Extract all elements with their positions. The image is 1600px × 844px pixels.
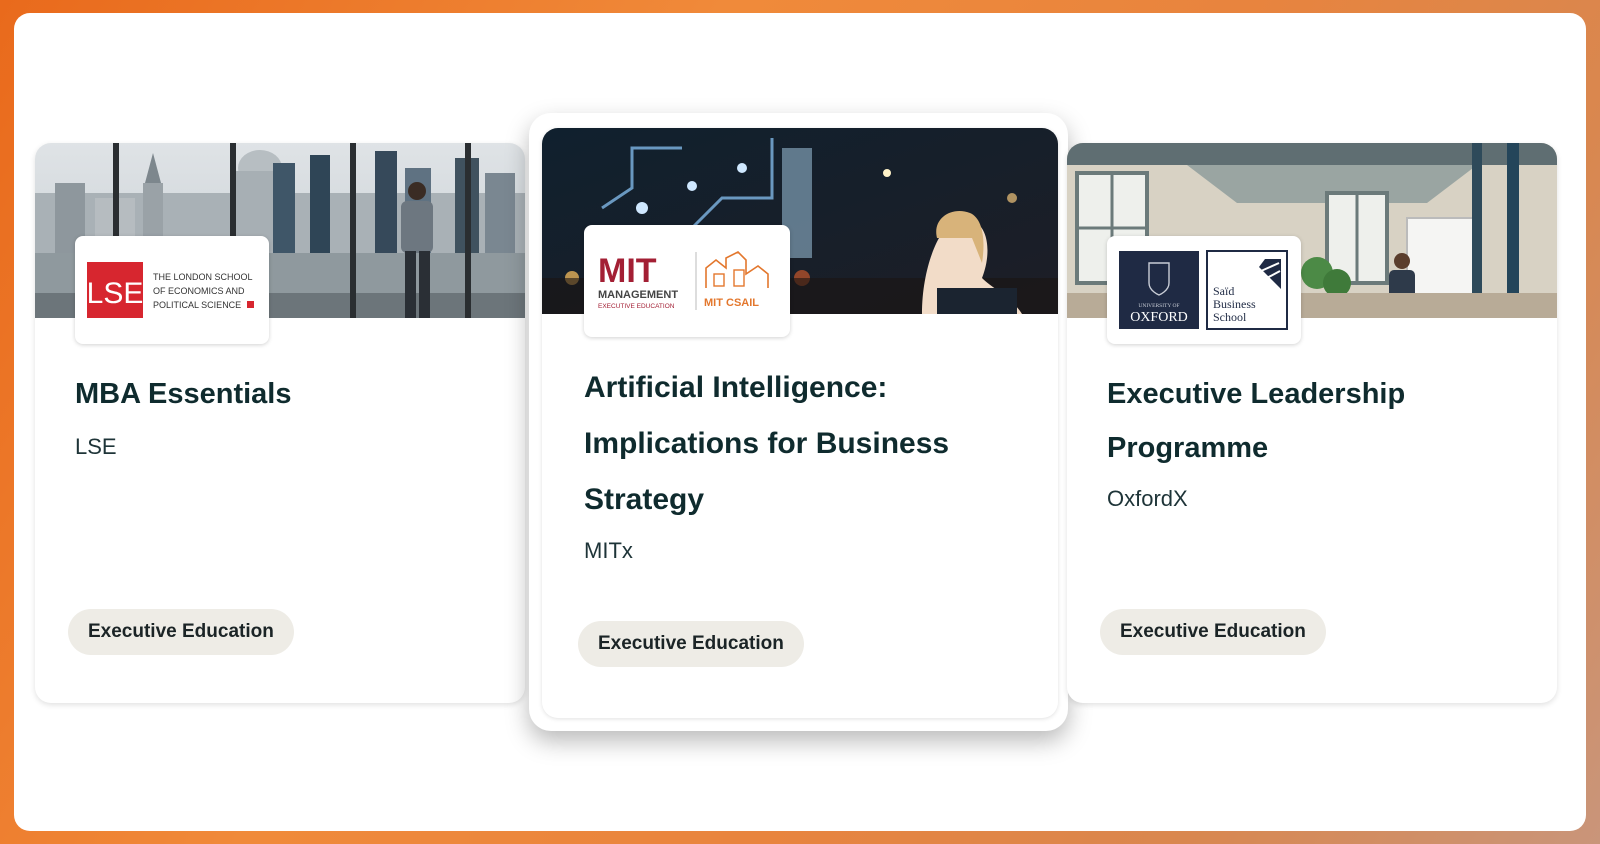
svg-text:THE LONDON SCHOOL: THE LONDON SCHOOL bbox=[153, 272, 253, 282]
svg-text:OF ECONOMICS AND: OF ECONOMICS AND bbox=[153, 286, 245, 296]
course-card-mba-essentials[interactable]: LSE THE LONDON SCHOOL OF ECONOMICS AND P… bbox=[35, 143, 525, 703]
svg-text:UNIVERSITY OF: UNIVERSITY OF bbox=[1138, 303, 1179, 309]
svg-text:Business: Business bbox=[1213, 297, 1256, 311]
svg-text:POLITICAL SCIENCE: POLITICAL SCIENCE bbox=[153, 300, 241, 310]
course-card-executive-leadership[interactable]: UNIVERSITY OF OXFORD Saïd Business Schoo… bbox=[1067, 143, 1557, 703]
svg-text:MIT: MIT bbox=[598, 252, 657, 290]
category-badge: Executive Education bbox=[578, 621, 804, 667]
svg-text:Saïd: Saïd bbox=[1213, 284, 1234, 298]
mit-logo: MIT MANAGEMENT EXECUTIVE EDUCATION MIT C… bbox=[584, 225, 790, 337]
course-title[interactable]: MBA Essentials bbox=[75, 367, 495, 421]
course-title[interactable]: Executive Leadership Programme bbox=[1107, 367, 1527, 475]
lse-logo: LSE THE LONDON SCHOOL OF ECONOMICS AND P… bbox=[75, 236, 269, 344]
svg-text:OXFORD: OXFORD bbox=[1130, 310, 1188, 325]
course-provider: OxfordX bbox=[1107, 486, 1188, 511]
svg-text:EXECUTIVE EDUCATION: EXECUTIVE EDUCATION bbox=[598, 303, 675, 310]
svg-text:School: School bbox=[1213, 310, 1247, 324]
svg-text:LSE: LSE bbox=[87, 277, 143, 310]
category-badge: Executive Education bbox=[68, 609, 294, 655]
oxford-said-logo: UNIVERSITY OF OXFORD Saïd Business Schoo… bbox=[1107, 236, 1301, 344]
course-title[interactable]: Artificial Intelligence: Implications fo… bbox=[584, 360, 1028, 528]
course-card-ai-business-strategy[interactable]: MIT MANAGEMENT EXECUTIVE EDUCATION MIT C… bbox=[542, 128, 1058, 718]
svg-text:MANAGEMENT: MANAGEMENT bbox=[598, 289, 678, 301]
category-badge: Executive Education bbox=[1100, 609, 1326, 655]
course-provider: LSE bbox=[75, 434, 117, 459]
svg-text:MIT CSAIL: MIT CSAIL bbox=[704, 297, 759, 309]
course-provider: MITx bbox=[584, 538, 633, 563]
